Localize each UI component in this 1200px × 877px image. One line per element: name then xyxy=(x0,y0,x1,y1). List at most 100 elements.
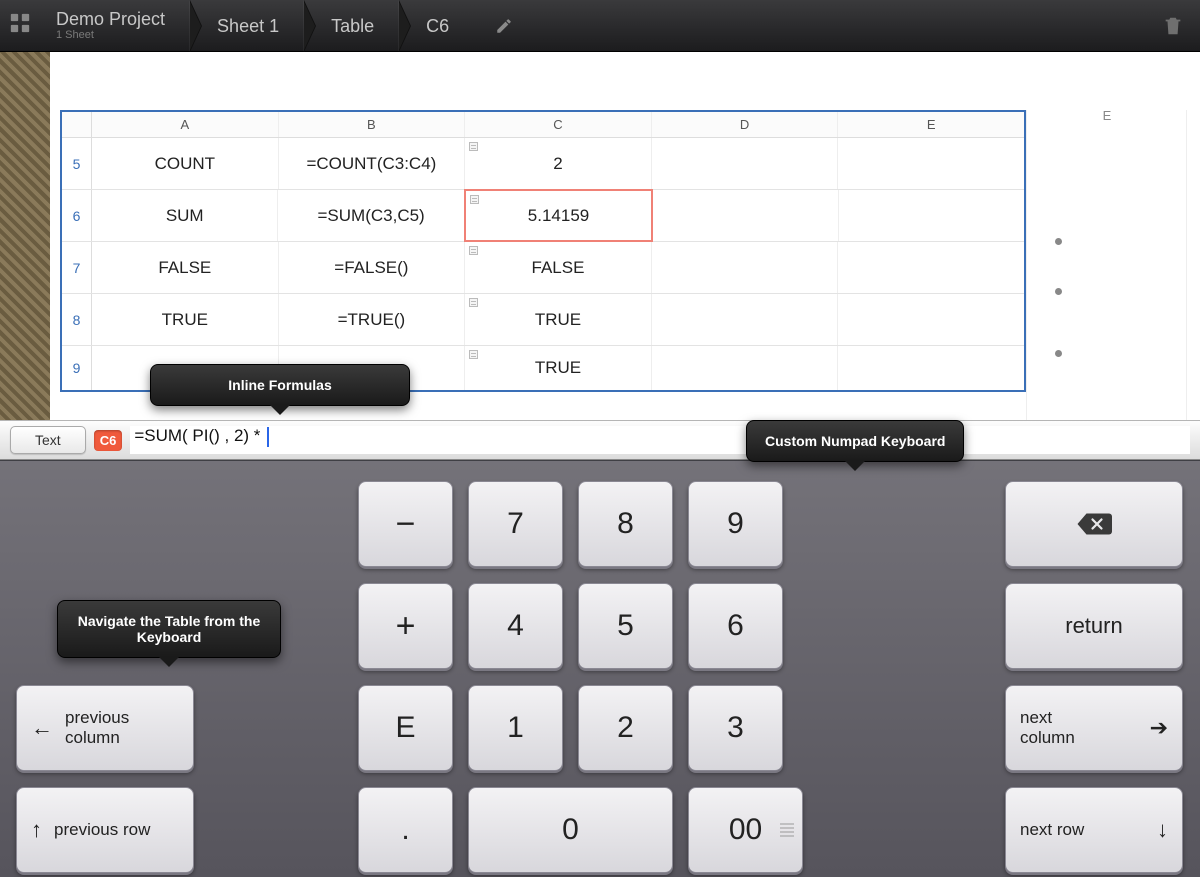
col-header-A[interactable]: A xyxy=(92,112,279,137)
cell-E5[interactable] xyxy=(838,138,1024,189)
row-number[interactable]: 5 xyxy=(62,138,92,189)
cell-D6[interactable] xyxy=(652,190,838,241)
tooltip-inline-formulas: Inline Formulas xyxy=(150,364,410,406)
arrow-up-icon: ↑ xyxy=(31,817,42,843)
key-dot[interactable]: . xyxy=(358,787,453,873)
trash-icon[interactable] xyxy=(1162,0,1184,51)
crumb-sheet[interactable]: Sheet 1 xyxy=(191,0,305,51)
ghost-col-header: E xyxy=(1027,108,1187,123)
key-minus[interactable]: − xyxy=(358,481,453,567)
key-1[interactable]: 1 xyxy=(468,685,563,771)
tooltip-numpad: Custom Numpad Keyboard xyxy=(746,420,964,462)
key-E[interactable]: E xyxy=(358,685,453,771)
ghost-dot xyxy=(1055,350,1062,357)
tooltip-navigate: Navigate the Table from the Keyboard xyxy=(57,600,281,658)
table-header-row: A B C D E xyxy=(62,112,1024,138)
numpad-keyboard: − + E . 7 8 9 4 5 6 1 2 3 0 00 return ne… xyxy=(0,460,1200,877)
mode-text-button[interactable]: Text xyxy=(10,426,86,454)
drag-grip-icon xyxy=(780,824,794,837)
cell-A8[interactable]: TRUE xyxy=(92,294,279,345)
arrow-right-icon: ➔ xyxy=(1150,715,1168,741)
cell-D8[interactable] xyxy=(652,294,839,345)
edit-icon[interactable] xyxy=(495,17,513,35)
col-header-C[interactable]: C xyxy=(465,112,652,137)
row-number[interactable]: 8 xyxy=(62,294,92,345)
crumb-project[interactable]: Demo Project 1 Sheet xyxy=(40,0,191,51)
cell-D9[interactable] xyxy=(652,346,839,390)
arrow-left-icon: ← xyxy=(31,715,53,741)
table-row: 7FALSE=FALSE()FALSE xyxy=(62,242,1024,294)
active-cell-badge: C6 xyxy=(94,430,123,451)
crumb-project-title: Demo Project xyxy=(56,10,165,28)
key-prev-row[interactable]: ↑ previous row xyxy=(16,787,194,873)
cell-B8[interactable]: =TRUE() xyxy=(279,294,466,345)
table-row: 5COUNT=COUNT(C3:C4)2 xyxy=(62,138,1024,190)
key-4[interactable]: 4 xyxy=(468,583,563,669)
crumb-object[interactable]: Table xyxy=(305,0,400,51)
formula-input[interactable]: =SUM( PI() , 2) * xyxy=(130,426,1190,454)
cell-E6[interactable] xyxy=(839,190,1024,241)
cell-E7[interactable] xyxy=(838,242,1024,293)
home-icon[interactable] xyxy=(0,12,40,39)
key-next-row[interactable]: next row ↓ xyxy=(1005,787,1183,873)
col-header-E[interactable]: E xyxy=(838,112,1024,137)
spreadsheet-area: E A B C D E 5COUNT=COUNT(C3:C4)26SUM=SUM… xyxy=(0,52,1200,420)
cell-B6[interactable]: =SUM(C3,C5) xyxy=(278,190,464,241)
cell-E9[interactable] xyxy=(838,346,1024,390)
crumb-project-sub: 1 Sheet xyxy=(56,30,165,41)
formula-bar: Text C6 =SUM( PI() , 2) * xyxy=(0,420,1200,460)
cell-D7[interactable] xyxy=(652,242,839,293)
tooltip-text: Custom Numpad Keyboard xyxy=(765,433,945,449)
key-00[interactable]: 00 xyxy=(688,787,803,873)
key-3[interactable]: 3 xyxy=(688,685,783,771)
cell-D5[interactable] xyxy=(652,138,839,189)
top-toolbar: Demo Project 1 Sheet Sheet 1 Table C6 xyxy=(0,0,1200,52)
col-header-D[interactable]: D xyxy=(652,112,839,137)
row-number[interactable]: 9 xyxy=(62,346,92,390)
row-number[interactable]: 7 xyxy=(62,242,92,293)
formula-marker-icon xyxy=(469,246,478,255)
formula-marker-icon xyxy=(470,195,479,204)
background-image-strip xyxy=(0,52,50,420)
tooltip-text: Navigate the Table from the Keyboard xyxy=(78,613,261,645)
key-return[interactable]: return xyxy=(1005,583,1183,669)
key-prev-column[interactable]: ← previouscolumn xyxy=(16,685,194,771)
formula-marker-icon xyxy=(469,142,478,151)
key-next-column[interactable]: nextcolumn ➔ xyxy=(1005,685,1183,771)
breadcrumb: Demo Project 1 Sheet Sheet 1 Table C6 xyxy=(40,0,475,51)
arrow-down-icon: ↓ xyxy=(1157,817,1168,843)
crumb-cell[interactable]: C6 xyxy=(400,0,475,51)
cell-A6[interactable]: SUM xyxy=(92,190,278,241)
key-8[interactable]: 8 xyxy=(578,481,673,567)
formula-marker-icon xyxy=(469,350,478,359)
key-5[interactable]: 5 xyxy=(578,583,673,669)
table-row: 6SUM=SUM(C3,C5)5.14159 xyxy=(62,190,1024,242)
key-backspace[interactable] xyxy=(1005,481,1183,567)
key-plus[interactable]: + xyxy=(358,583,453,669)
cell-E8[interactable] xyxy=(838,294,1024,345)
key-2[interactable]: 2 xyxy=(578,685,673,771)
backspace-icon xyxy=(1076,511,1112,537)
table-row: 8TRUE=TRUE()TRUE xyxy=(62,294,1024,346)
formula-text: =SUM( PI() , 2) * xyxy=(134,426,265,445)
spreadsheet-table[interactable]: A B C D E 5COUNT=COUNT(C3:C4)26SUM=SUM(C… xyxy=(60,110,1026,392)
col-header-B[interactable]: B xyxy=(279,112,466,137)
key-0[interactable]: 0 xyxy=(468,787,673,873)
row-number[interactable]: 6 xyxy=(62,190,92,241)
ghost-dot xyxy=(1055,288,1062,295)
formula-marker-icon xyxy=(469,298,478,307)
rownum-header xyxy=(62,112,92,137)
cell-C8[interactable]: TRUE xyxy=(465,294,652,345)
cell-C6[interactable]: 5.14159 xyxy=(464,189,653,242)
key-9[interactable]: 9 xyxy=(688,481,783,567)
cell-C7[interactable]: FALSE xyxy=(465,242,652,293)
cell-C9[interactable]: TRUE xyxy=(465,346,652,390)
cell-A5[interactable]: COUNT xyxy=(92,138,279,189)
cell-B5[interactable]: =COUNT(C3:C4) xyxy=(279,138,466,189)
cell-A7[interactable]: FALSE xyxy=(92,242,279,293)
key-7[interactable]: 7 xyxy=(468,481,563,567)
ghost-dot xyxy=(1055,238,1062,245)
cell-C5[interactable]: 2 xyxy=(465,138,652,189)
cell-B7[interactable]: =FALSE() xyxy=(279,242,466,293)
key-6[interactable]: 6 xyxy=(688,583,783,669)
